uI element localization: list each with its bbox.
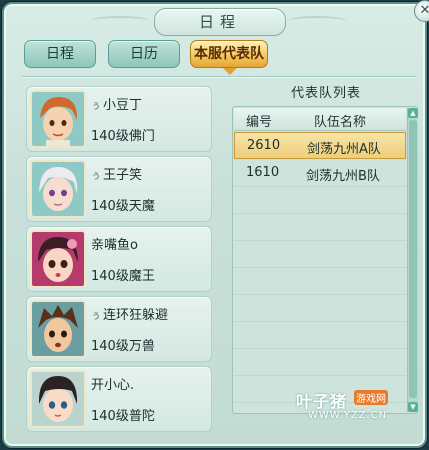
empty-row <box>234 241 406 268</box>
window-title: 日程 <box>154 8 286 36</box>
column-name-header: 队伍名称 <box>314 115 367 130</box>
empty-row <box>234 322 406 349</box>
team-row-2[interactable]: 1610 剑荡九州B队 <box>234 160 406 187</box>
member-name: 开小心. <box>91 378 135 393</box>
tab-calendar[interactable]: 日历 <box>108 40 180 68</box>
team-id: 1610 <box>246 165 280 180</box>
site-watermark: 叶子猪 游戏网 WWW.YZZ.CN <box>296 388 426 428</box>
member-level: 140级魔王 <box>91 269 155 284</box>
team-list-scrollbar[interactable]: ▲ ▼ <box>407 108 418 412</box>
member-card-3[interactable]: 亲嘴鱼o 140级魔王 <box>26 226 212 292</box>
tab-schedule[interactable]: 日程 <box>24 40 96 68</box>
girl-dark-hair-avatar <box>30 230 86 288</box>
member-card-1[interactable]: ぅ 小豆丁 140级佛门 <box>26 86 212 152</box>
tab-server-team[interactable]: 本服代表队 <box>190 40 268 68</box>
team-id: 2610 <box>247 138 281 153</box>
member-mark: ぅ <box>91 101 101 112</box>
member-card-5[interactable]: 开小心. 140级普陀 <box>26 366 212 432</box>
header-divider <box>22 76 417 77</box>
member-name: 亲嘴鱼o <box>91 238 138 253</box>
team-name: 剑荡九州B队 <box>306 169 380 184</box>
watermark-logo-text: 叶子猪 <box>296 392 348 411</box>
member-mark: ぅ <box>91 311 101 322</box>
member-name: 连环狂躲避 <box>103 308 169 323</box>
member-card-2[interactable]: ぅ 王子笑 140级天魔 <box>26 156 212 222</box>
member-level: 140级普陀 <box>91 409 155 424</box>
empty-row <box>234 187 406 214</box>
boy-orange-hair-avatar <box>30 90 86 148</box>
scroll-thumb[interactable] <box>409 120 417 398</box>
watermark-url: WWW.YZZ.CN <box>308 410 388 421</box>
empty-row <box>234 214 406 241</box>
watermark-badge: 游戏网 <box>354 390 388 405</box>
member-mark: ぅ <box>91 171 101 182</box>
team-name: 剑荡九州A队 <box>307 142 381 157</box>
team-list-panel: 编号 队伍名称 2610 剑荡九州A队 1610 剑荡九州B队 ▲ ▼ <box>232 106 418 414</box>
scroll-up-arrow-icon[interactable]: ▲ <box>408 108 418 118</box>
member-level: 140级佛门 <box>91 129 155 144</box>
member-name: 王子笑 <box>103 168 143 183</box>
boy-brown-hair-avatar <box>30 300 86 358</box>
close-button[interactable]: ✕ <box>414 0 429 22</box>
member-name: 小豆丁 <box>103 98 143 113</box>
empty-row <box>234 349 406 376</box>
column-id-header: 编号 <box>246 115 273 130</box>
title-ornament-right <box>287 16 347 26</box>
girl-black-hair-avatar <box>30 370 86 428</box>
active-tab-pointer <box>223 68 237 75</box>
schedule-window: 日程 ✕ 日程 日历 本服代表队 ぅ 小豆丁 140级佛门 ぅ 王子笑 140级… <box>2 0 429 448</box>
team-list-header: 编号 队伍名称 <box>234 108 406 131</box>
girl-white-hair-avatar <box>30 160 86 218</box>
empty-row <box>234 268 406 295</box>
team-row-1[interactable]: 2610 剑荡九州A队 <box>234 132 406 159</box>
title-ornament-left <box>90 16 150 26</box>
member-level: 140级万兽 <box>91 339 155 354</box>
member-level: 140级天魔 <box>91 199 155 214</box>
empty-row <box>234 295 406 322</box>
team-list-title: 代表队列表 <box>290 86 361 101</box>
member-card-4[interactable]: ぅ 连环狂躲避 140级万兽 <box>26 296 212 362</box>
